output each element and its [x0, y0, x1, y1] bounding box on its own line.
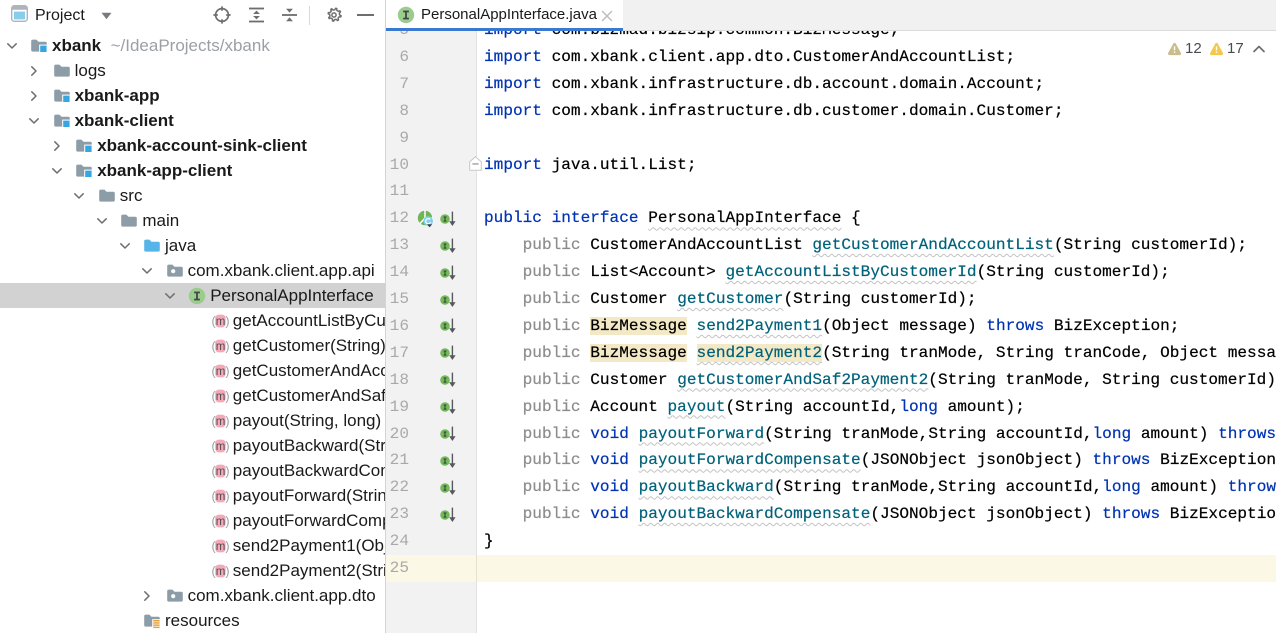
svg-text:m: m	[216, 391, 226, 403]
svg-text:m: m	[216, 491, 226, 503]
svg-text:): )	[225, 540, 229, 554]
svg-text:): )	[225, 440, 229, 454]
svg-text:): )	[225, 390, 229, 404]
svg-text:): )	[225, 465, 229, 479]
svg-text:m: m	[216, 316, 226, 328]
svg-text:): )	[225, 340, 229, 354]
svg-text:m: m	[216, 441, 226, 453]
svg-text:): )	[225, 515, 229, 529]
svg-text:m: m	[216, 416, 226, 428]
svg-text:): )	[225, 490, 229, 504]
svg-text:): )	[225, 565, 229, 579]
svg-text:): )	[225, 315, 229, 329]
svg-text:): )	[225, 415, 229, 429]
svg-text:m: m	[216, 541, 226, 553]
svg-text:m: m	[216, 466, 226, 478]
svg-text:m: m	[216, 566, 226, 578]
svg-text:m: m	[216, 366, 226, 378]
svg-text:m: m	[216, 341, 226, 353]
svg-text:): )	[225, 365, 229, 379]
svg-text:m: m	[216, 516, 226, 528]
